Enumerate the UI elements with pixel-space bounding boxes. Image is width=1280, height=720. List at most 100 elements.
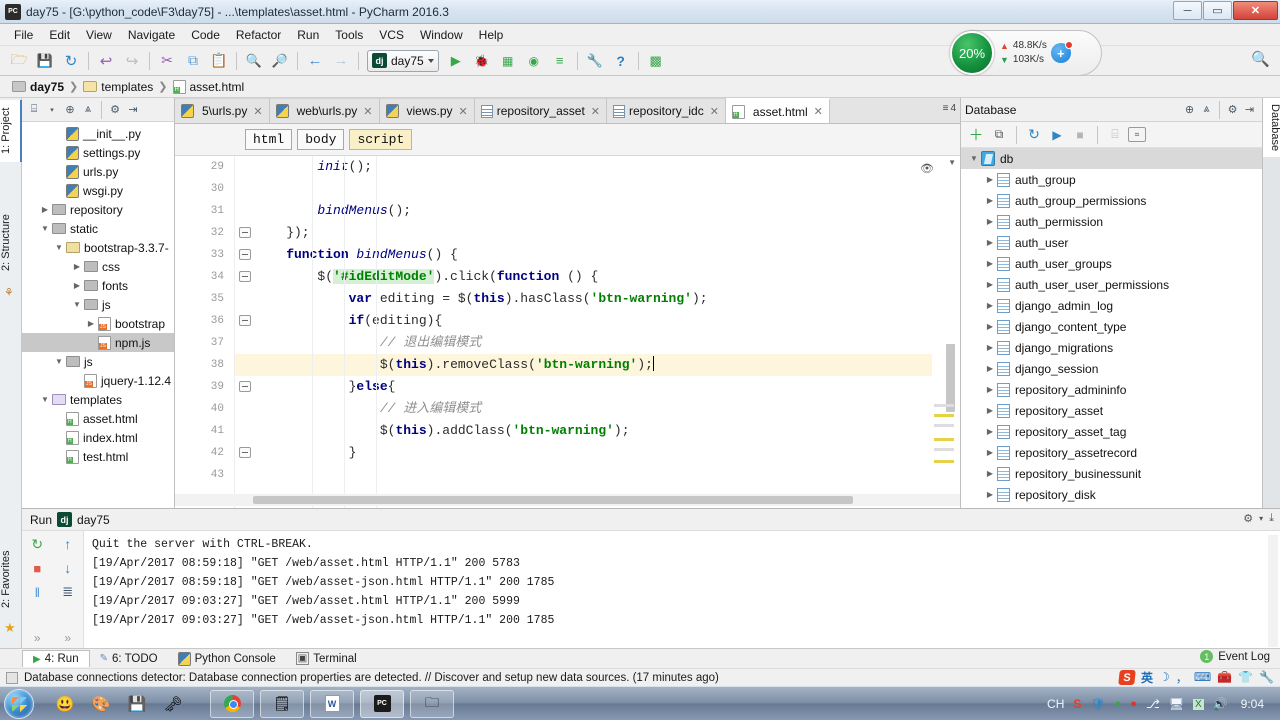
settings-gear-icon[interactable]: ⚙	[1224, 101, 1241, 118]
element-chip-html[interactable]: html	[245, 129, 293, 150]
taskbar-chrome[interactable]	[210, 689, 254, 718]
tree-item-test-html[interactable]: test.html	[22, 447, 174, 466]
element-chip-script[interactable]: script	[349, 129, 413, 150]
tree-twisty-collapsed-icon[interactable]: ▶	[983, 322, 997, 331]
breadcrumb-day75[interactable]: day75	[8, 80, 68, 94]
tree-item-asset-html[interactable]: asset.html	[22, 409, 174, 428]
tree-item-fonts[interactable]: ▶ fonts	[22, 276, 174, 295]
replace-icon[interactable]: 🔎	[268, 49, 292, 73]
expand-more-icon[interactable]: »	[28, 629, 46, 647]
fold-marker-end-icon[interactable]	[239, 227, 251, 238]
db-table-auth-group-permissions[interactable]: ▶ auth_group_permissions	[961, 190, 1262, 211]
run-coverage-icon[interactable]: ▦	[496, 49, 520, 73]
attach-process-icon[interactable]: ≡	[548, 49, 572, 73]
bottom-tab-todo[interactable]: ✎ 6: TODO	[90, 651, 168, 667]
toolbox-icon[interactable]: 🧰	[1217, 670, 1232, 684]
hide-panel-icon[interactable]: ⇥	[124, 101, 142, 119]
excel-tray-icon[interactable]: X	[1193, 698, 1204, 710]
shield-icon[interactable]: 🛡	[1090, 697, 1105, 711]
error-stripe-mark[interactable]	[934, 448, 954, 451]
tree-twisty-collapsed-icon[interactable]: ▶	[983, 448, 997, 457]
db-table-django-content-type[interactable]: ▶ django_content_type	[961, 316, 1262, 337]
expand-more-icon[interactable]: »	[59, 629, 77, 647]
tree-twisty-collapsed-icon[interactable]: ▶	[70, 262, 84, 271]
sdk-manager-icon[interactable]: ▩	[644, 49, 668, 73]
profile-icon[interactable]: ◉	[522, 49, 546, 73]
paste-icon[interactable]: 📋	[207, 49, 231, 73]
tree-twisty-expanded-icon[interactable]: ▼	[967, 154, 981, 163]
tree-item-jquery[interactable]: jquery-1.12.4	[22, 371, 174, 390]
run-console-output[interactable]: Quit the server with CTRL-BREAK. [19/Apr…	[84, 531, 1280, 649]
menu-file[interactable]: File	[6, 26, 41, 44]
search-everywhere-icon[interactable]: 🔍	[1251, 50, 1270, 68]
hide-panel-icon[interactable]: ⤓	[1269, 512, 1274, 525]
taskbar-clock[interactable]: 9:04	[1241, 697, 1264, 711]
network-icon[interactable]: 🖥	[1169, 697, 1184, 711]
taskbar-explorer[interactable]: 🗀	[410, 689, 454, 718]
menu-view[interactable]: View	[78, 26, 120, 44]
element-chip-body[interactable]: body	[297, 129, 345, 150]
tool-button-favorites[interactable]: 2: Favorites	[0, 538, 22, 620]
expand-widget-button[interactable]: +	[1050, 41, 1073, 63]
tree-twisty-collapsed-icon[interactable]: ▶	[84, 319, 98, 328]
db-table-repository-asset-tag[interactable]: ▶ repository_asset_tag	[961, 421, 1262, 442]
tree-twisty-collapsed-icon[interactable]: ▶	[983, 343, 997, 352]
db-table-repository-disk[interactable]: ▶ repository_disk	[961, 484, 1262, 505]
open-folder-icon[interactable]: 🗁	[7, 49, 31, 73]
breadcrumb-templates[interactable]: templates	[79, 80, 157, 94]
tree-item-bootstrap-dir[interactable]: ▼ bootstrap-3.3.7-	[22, 238, 174, 257]
debug-icon[interactable]: 🐞	[470, 49, 494, 73]
duplicate-icon[interactable]: ⧉	[989, 125, 1009, 145]
tree-item-static[interactable]: ▼ static	[22, 219, 174, 238]
sogou-tray-icon[interactable]: S	[1073, 697, 1081, 711]
db-table-auth-user[interactable]: ▶ auth_user	[961, 232, 1262, 253]
paint-icon[interactable]: 🎨	[90, 693, 112, 715]
undo-icon[interactable]: ↩	[94, 49, 118, 73]
hide-panel-icon[interactable]: ⇥	[1241, 101, 1258, 118]
collapse-selector-icon[interactable]: ⌸	[25, 101, 43, 119]
tree-item-init-py[interactable]: __init__.py	[22, 124, 174, 143]
menu-help[interactable]: Help	[471, 26, 512, 44]
qq-icon[interactable]: 😃	[54, 693, 76, 715]
tree-twisty-collapsed-icon[interactable]: ▶	[983, 196, 997, 205]
db-table-django-admin-log[interactable]: ▶ django_admin_log	[961, 295, 1262, 316]
fold-marker-end-icon[interactable]	[239, 447, 251, 458]
bottom-tab-python-console[interactable]: Python Console	[168, 650, 286, 668]
tree-twisty-collapsed-icon[interactable]: ▶	[983, 490, 997, 499]
redo-icon[interactable]: ↪	[120, 49, 144, 73]
tree-twisty-collapsed-icon[interactable]: ▶	[70, 281, 84, 290]
tree-item-js[interactable]: ▼ js	[22, 352, 174, 371]
inspections-widget-icon[interactable]: ▼	[948, 158, 956, 167]
editor-vertical-scrollbar[interactable]	[946, 344, 955, 412]
close-icon[interactable]: ✕	[591, 105, 600, 118]
back-icon[interactable]: ←	[303, 49, 327, 73]
show-desktop-icon[interactable]: CH	[1047, 697, 1064, 711]
tree-twisty-expanded-icon[interactable]: ▼	[52, 243, 66, 252]
tab-overflow-button[interactable]: ≡ 4	[943, 103, 956, 114]
tree-twisty-expanded-icon[interactable]: ▼	[38, 395, 52, 404]
tree-twisty-collapsed-icon[interactable]: ▶	[983, 364, 997, 373]
chinese-mode-icon[interactable]: 英	[1141, 669, 1153, 686]
compass-icon[interactable]: ●	[1115, 698, 1122, 710]
save-all-icon[interactable]: 💾	[33, 49, 57, 73]
settings-gear-icon[interactable]: ⚙	[1243, 512, 1253, 525]
close-icon[interactable]: ✕	[363, 105, 372, 118]
breadcrumb-asset-html[interactable]: asset.html	[169, 79, 249, 94]
copy-icon[interactable]: ⧉	[181, 49, 205, 73]
editor-tab-repository-asset[interactable]: repository_asset ✕	[474, 98, 607, 123]
editor-tab-urls-py-1[interactable]: 5\urls.py ✕	[175, 98, 270, 123]
fold-marker-start-icon[interactable]	[239, 249, 251, 260]
stop-icon[interactable]: ■	[28, 559, 46, 577]
chevron-down-icon[interactable]: ▾	[1259, 514, 1263, 523]
up-stack-icon[interactable]: ↑	[59, 535, 77, 553]
sync-icon[interactable]: ↻	[59, 49, 83, 73]
error-stripe-mark[interactable]	[934, 438, 954, 441]
tree-item-repository[interactable]: ▶ repository	[22, 200, 174, 219]
database-root-node[interactable]: ▼ db	[961, 148, 1262, 169]
tree-item-js-bootstrap[interactable]: ▼ js	[22, 295, 174, 314]
menu-run[interactable]: Run	[289, 26, 327, 44]
editor-tab-asset-html[interactable]: asset.html ✕	[725, 98, 830, 123]
status-notification-icon[interactable]	[6, 671, 18, 684]
tool-button-project[interactable]: 1: Project	[0, 100, 22, 162]
sogou-input-icon[interactable]: S	[1118, 669, 1136, 685]
